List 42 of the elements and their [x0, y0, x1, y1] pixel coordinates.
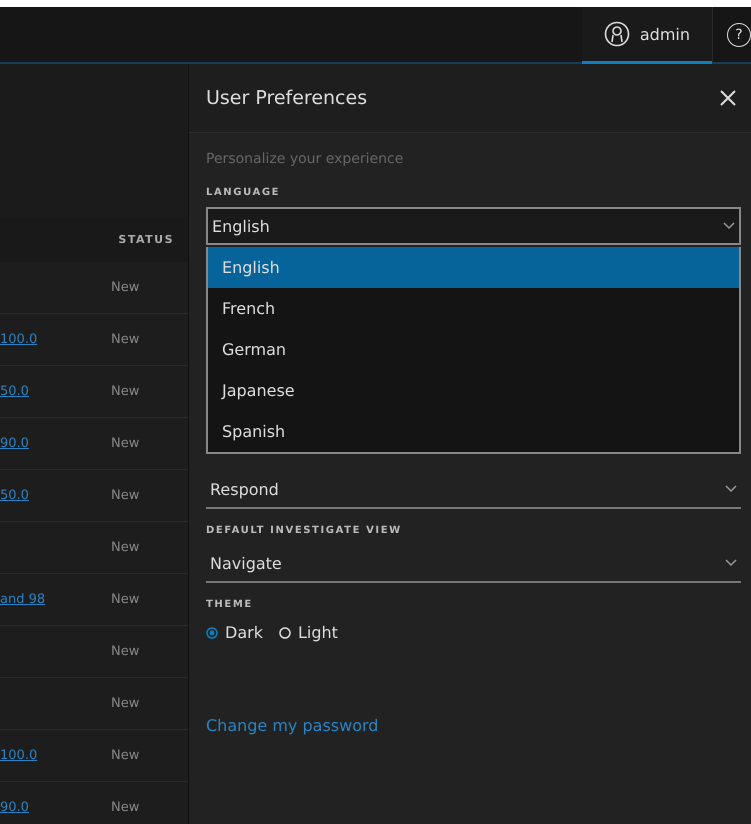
table-link[interactable]: 90.0: [0, 800, 29, 815]
change-password-link[interactable]: Change my password: [206, 716, 378, 735]
table-link[interactable]: 100.0: [0, 332, 38, 347]
status-cell: New: [111, 696, 140, 711]
column-header[interactable]: STATUS: [118, 233, 174, 246]
status-cell: New: [111, 644, 140, 659]
radio-label[interactable]: Light: [298, 623, 338, 642]
radio-button[interactable]: [206, 626, 218, 638]
select-field[interactable]: Navigate: [206, 545, 741, 583]
chevron-icon: [725, 485, 737, 493]
status-cell: New: [111, 384, 140, 399]
dropdown-option[interactable]: French: [208, 288, 739, 329]
help-button[interactable]: ?: [727, 22, 751, 46]
field-label: LANGUAGE: [206, 187, 282, 200]
table-link[interactable]: 100.0: [0, 748, 38, 763]
field-label: THEME: [206, 599, 254, 612]
dropdown-option[interactable]: Spanish: [208, 411, 739, 452]
table-link[interactable]: and 98: [0, 592, 46, 607]
table-link[interactable]: 50.0: [0, 384, 29, 399]
user-icon: [604, 21, 630, 47]
panel-subtitle: Personalize your experience: [206, 151, 404, 167]
status-cell: New: [111, 540, 140, 555]
dropdown-option[interactable]: English: [208, 247, 739, 288]
status-cell: New: [111, 800, 140, 815]
dropdown-option[interactable]: German: [208, 329, 739, 370]
status-cell: New: [111, 592, 140, 607]
table-link[interactable]: 50.0: [0, 488, 29, 503]
field-label: DEFAULT INVESTIGATE VIEW: [206, 525, 403, 538]
select-field[interactable]: English: [206, 207, 741, 245]
status-cell: New: [111, 748, 140, 763]
panel-title: User Preferences: [206, 87, 368, 109]
chevron-icon: [725, 559, 737, 567]
user-menu-button[interactable]: admin: [582, 7, 712, 64]
dropdown-option[interactable]: Japanese: [208, 370, 739, 411]
status-cell: New: [111, 488, 140, 503]
status-cell: New: [111, 280, 140, 295]
status-cell: New: [111, 436, 140, 451]
table-link[interactable]: 90.0: [0, 436, 29, 451]
status-cell: New: [111, 332, 140, 347]
radio-label[interactable]: Dark: [225, 623, 263, 642]
chevron-icon: [723, 222, 735, 230]
select-field[interactable]: Respond: [206, 471, 741, 509]
